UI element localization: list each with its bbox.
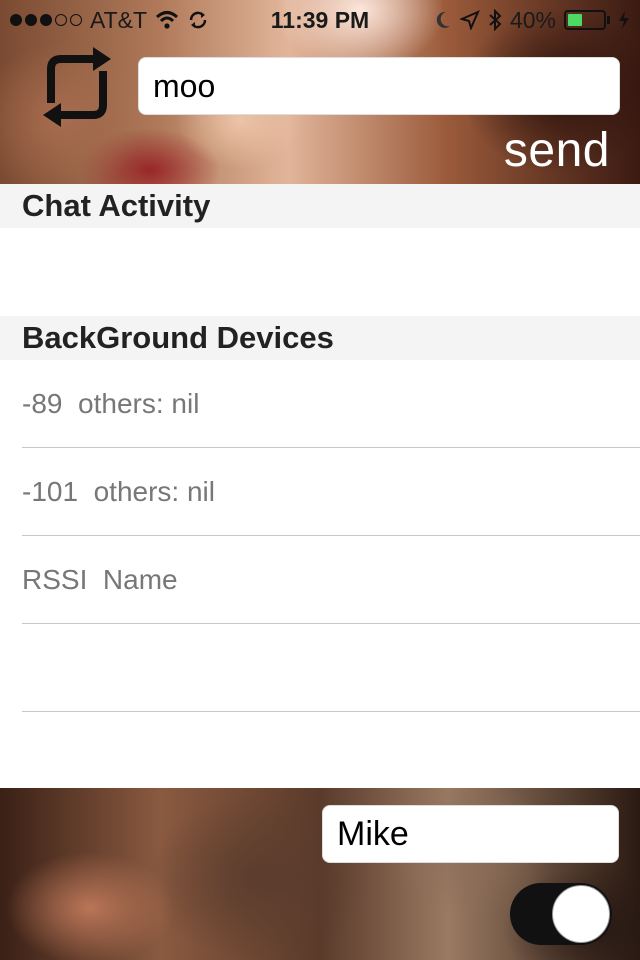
bluetooth-icon [489,9,502,31]
carrier-label: AT&T [90,6,148,33]
location-arrow-icon [459,10,480,30]
broadcast-toggle[interactable] [510,883,612,945]
refresh-icon [43,47,111,127]
wifi-icon [156,11,179,29]
section-header-chat-activity: Chat Activity [0,184,640,228]
row-separator [22,711,640,712]
status-bar: AT&T 11:39 PM 40% [0,0,640,40]
charging-bolt-icon [619,11,629,29]
message-input[interactable] [138,57,620,115]
table-row[interactable] [0,624,640,712]
signal-strength-icon [10,14,82,26]
name-input[interactable] [322,805,619,863]
battery-percent: 40% [509,6,556,33]
sync-status-icon [189,11,207,29]
battery-icon [564,10,610,30]
table-row[interactable]: -89 others: nil [0,360,640,448]
table-row[interactable]: RSSI Name [0,536,640,624]
refresh-button[interactable] [40,44,114,130]
toggle-knob[interactable] [552,885,610,943]
device-row-text: -89 others: nil [22,388,200,419]
moon-icon [436,11,450,28]
device-row-text: RSSI Name [22,564,178,595]
send-button[interactable]: send [504,120,610,180]
section-header-background-devices: BackGround Devices [0,316,640,360]
table-row[interactable]: -101 others: nil [0,448,640,536]
device-row-text: -101 others: nil [22,476,215,507]
chat-activity-row [0,228,640,316]
